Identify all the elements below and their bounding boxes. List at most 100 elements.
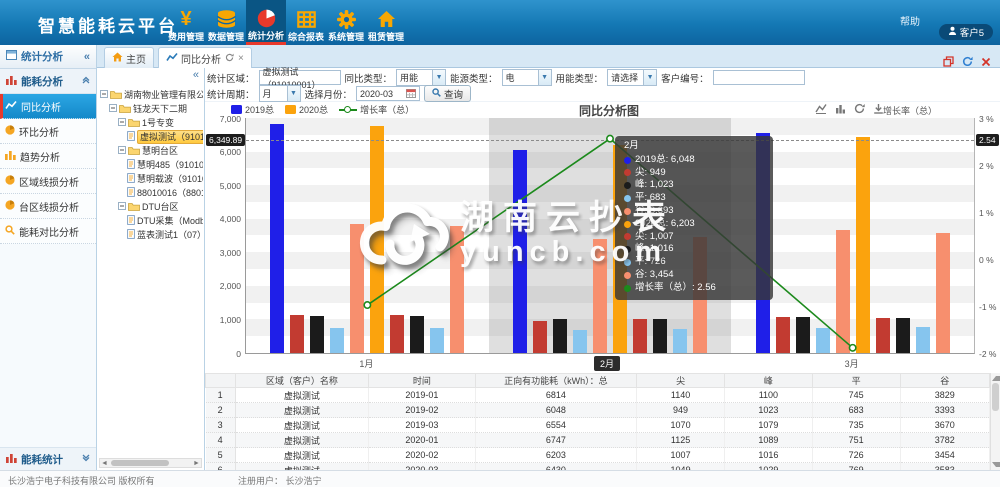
tab-yoy[interactable]: 同比分析× [158,47,252,69]
tree-node-label[interactable]: DTU台区 [142,201,179,213]
chevron-up-icon[interactable] [82,75,90,87]
calendar-icon[interactable] [406,88,416,100]
user-menu[interactable]: 客户5 [939,24,993,40]
search-button-label: 查询 [444,87,463,101]
sidebar-section-energy-stats[interactable]: 能耗统计 [0,447,96,470]
expander-icon[interactable] [118,202,126,212]
restore-icon[interactable] [943,56,954,67]
expander-icon[interactable] [118,146,126,156]
tree-node[interactable]: DTU台区 [100,200,203,214]
tree-node[interactable]: 1号专变 [100,116,203,130]
tree-node-label[interactable]: 1号专变 [142,117,174,129]
line-tool-icon[interactable] [815,103,827,114]
legend-item[interactable]: 增长率（总） [339,103,414,116]
close-icon[interactable] [981,57,991,67]
tree-node[interactable]: 蓝表测试1（07） [100,228,203,242]
scroll-down-icon[interactable] [992,462,1000,467]
sidebar-item-trend[interactable]: 趋势分析 [0,144,96,169]
customer-no-input[interactable] [713,70,805,85]
energy-type-select[interactable]: 电▼ [502,69,552,86]
expander-icon[interactable] [109,104,117,114]
tooltip-row: 平: 683 [624,192,764,205]
table-header-cell[interactable]: 区域（客户）名称 [235,374,368,388]
tree-node[interactable]: DTU采集（Modbus_D [100,214,203,228]
table-cell: 1023 [724,403,812,418]
bar-tool-icon[interactable] [835,103,846,114]
refresh-icon[interactable] [962,56,973,67]
table-row[interactable]: 2虚拟测试2019-02604894910236833393 [206,403,990,418]
scrollbar-thumb[interactable] [111,460,169,466]
sidebar-collapse-icon[interactable]: « [84,51,90,63]
tree-node[interactable]: 慧明台区 [100,144,203,158]
table-header-cell[interactable]: 谷 [900,374,989,388]
sidebar-item-region-loss[interactable]: 区域线损分析 [0,169,96,194]
table-row[interactable]: 5虚拟测试2020-026203100710167263454 [206,448,990,463]
tab-refresh-icon[interactable] [225,53,234,65]
sidebar-item-compare[interactable]: 能耗对比分析 [0,219,96,244]
nav-item-data[interactable]: 数据管理 [206,0,246,45]
legend-item[interactable]: 2020总 [285,103,328,116]
nav-item-lease[interactable]: 租赁管理 [366,0,406,45]
tree-collapse-icon[interactable]: « [193,69,199,81]
chevron-down-icon[interactable]: ▼ [432,70,445,85]
tree-node-label[interactable]: 虚拟测试（91010001） [137,130,203,144]
sidebar-item-station-loss[interactable]: 台区线损分析 [0,194,96,219]
tree-node-label[interactable]: 湖南物业管理有限公司 [124,89,203,101]
selected-value: 电 [503,70,538,85]
chevron-down-icon[interactable]: ▼ [643,70,656,85]
tree-node-label[interactable]: 慧明台区 [142,145,178,157]
expander-icon[interactable] [118,118,126,128]
table-header-cell[interactable]: 正向有功能耗（kWh）：总 [475,374,637,388]
tree-horizontal-scrollbar[interactable]: ◄ ► [99,458,202,468]
chevron-down-icon[interactable]: ▼ [287,86,300,101]
tree-node-label[interactable]: 88010016（8801） [137,187,203,199]
table-scrollbar[interactable] [990,373,1000,470]
tree-node-label[interactable]: 蓝表测试1（07） [137,229,203,241]
table-row[interactable]: 1虚拟测试2019-016814114011007453829 [206,388,990,403]
table-header-cell[interactable]: 平 [812,374,900,388]
region-input[interactable]: 虚拟测试（91010001） [259,70,341,85]
tree-node-label[interactable]: DTU采集（Modbus_D [137,215,203,227]
table-row[interactable]: 6虚拟测试2020-036430104910297693583 [206,463,990,471]
usage-type-select[interactable]: 请选择▼ [607,69,657,86]
scrollbar-thumb[interactable] [992,383,999,411]
scroll-left-icon[interactable]: ◄ [100,459,109,467]
scroll-right-icon[interactable]: ► [192,459,201,467]
expander-icon[interactable] [100,90,108,100]
chevron-down-icon[interactable]: ▼ [538,70,551,85]
tab-close-icon[interactable]: × [238,53,244,64]
sidebar-item-mom[interactable]: 环比分析 [0,119,96,144]
refresh-tool-icon[interactable] [854,103,865,114]
nav-item-report[interactable]: 综合报表 [286,0,326,45]
tab-home[interactable]: 主页 [104,47,154,69]
sidebar-item-yoy[interactable]: 同比分析 [0,94,96,119]
help-link[interactable]: 帮助 [900,13,920,28]
table-row[interactable]: 3虚拟测试2019-036554107010797353670 [206,418,990,433]
tree-node-label[interactable]: 慧明485（91010003） [137,159,203,171]
tree-node-label[interactable]: 钰龙天下二期 [133,103,187,115]
month-input[interactable]: 2020-03 [356,86,420,101]
scroll-up-icon[interactable] [992,376,1000,381]
nav-item-stats[interactable]: 统计分析 [246,0,286,45]
nav-item-cost[interactable]: ¥费用管理 [166,0,206,45]
tree-node[interactable]: 湖南物业管理有限公司 [100,88,203,102]
tree-node[interactable]: 88010016（8801） [100,186,203,200]
tree-node[interactable]: 慧明载波（91010004） [100,172,203,186]
table-cell: 虚拟测试 [235,463,368,471]
table-header-cell[interactable]: 时间 [369,374,476,388]
compare-type-select[interactable]: 用能▼ [396,69,446,86]
tree-node[interactable]: 慧明485（91010003） [100,158,203,172]
tree-node[interactable]: 虚拟测试（91010001） [100,130,203,144]
table-header-cell[interactable]: 尖 [637,374,725,388]
sidebar-section-energy-analysis[interactable]: 能耗分析 [0,69,96,94]
table-header-cell[interactable]: 峰 [724,374,812,388]
period-select[interactable]: 月▼ [259,85,301,102]
chevrons-down-icon[interactable] [82,453,90,465]
table-cell: 3829 [900,388,989,403]
tree-node[interactable]: 钰龙天下二期 [100,102,203,116]
table-row[interactable]: 4虚拟测试2020-016747112510897513782 [206,433,990,448]
table-header-cell[interactable] [206,374,236,388]
search-button[interactable]: 查询 [424,85,471,102]
nav-item-system[interactable]: 系统管理 [326,0,366,45]
tree-node-label[interactable]: 慧明载波（91010004） [137,173,203,185]
